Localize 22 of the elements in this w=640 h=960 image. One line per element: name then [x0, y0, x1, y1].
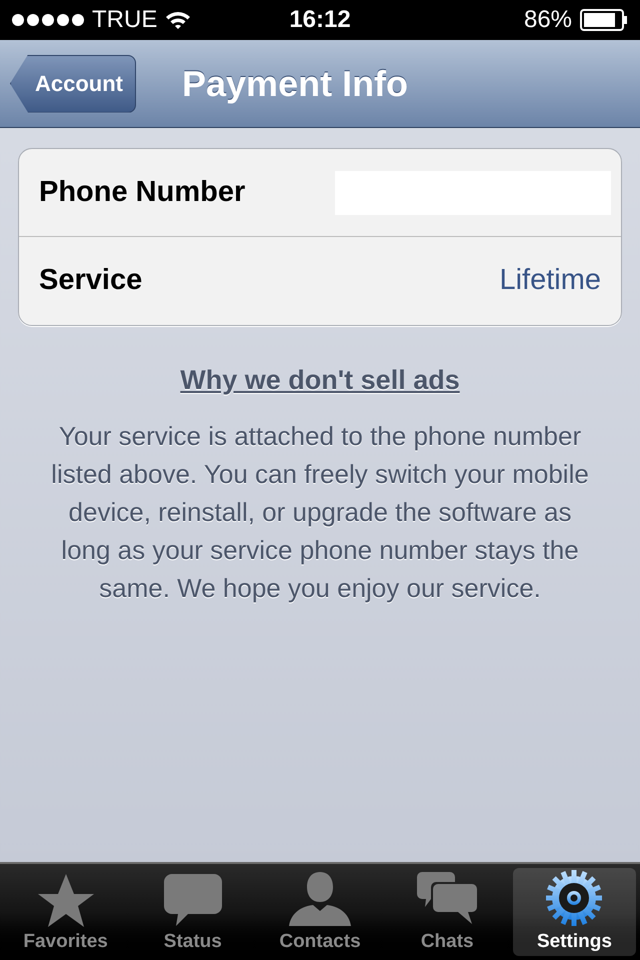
tab[interactable]: Settings: [512, 868, 636, 956]
back-button[interactable]: Account: [10, 54, 136, 112]
wifi-icon: [165, 10, 192, 30]
star-icon: [36, 872, 96, 928]
row-label: Phone Number: [39, 174, 246, 210]
info-link[interactable]: Why we don't sell ads: [180, 360, 460, 400]
speech-bubble-icon: [162, 872, 224, 928]
carrier-name: TRUE: [92, 5, 158, 35]
signal-icon: [12, 14, 84, 26]
tab[interactable]: Status: [131, 868, 254, 956]
battery-percent: 86%: [524, 5, 572, 35]
tab[interactable]: Chats: [386, 868, 509, 956]
tab[interactable]: Favorites: [4, 868, 128, 956]
gear-icon: [544, 868, 604, 928]
person-icon: [287, 870, 353, 928]
screen-title: Payment Info: [182, 62, 408, 106]
clock-time: 16:12: [289, 5, 351, 35]
row-label: Service: [39, 263, 144, 298]
tab[interactable]: Contacts: [258, 868, 382, 956]
description-text: Your service is attached to the phone number listed above. You can freely switch your mobile device, reinstall, or upgrade the software as long as your service phone number stays the same. We hope you enjoy our service.: [50, 420, 590, 604]
row-value: Lifetime: [499, 263, 601, 298]
battery-icon: [580, 9, 628, 31]
